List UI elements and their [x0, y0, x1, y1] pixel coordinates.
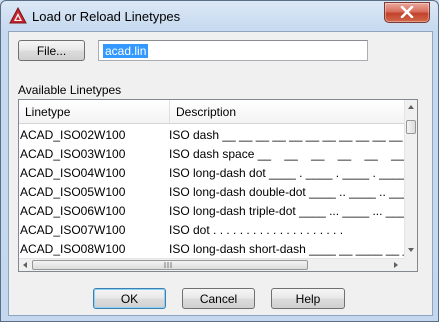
available-linetypes-label: Available Linetypes: [18, 83, 122, 97]
table-row[interactable]: ACAD_ISO07W100 ISO dot . . . . . . . . .…: [19, 221, 404, 240]
close-button[interactable]: [384, 2, 430, 23]
window-title: Load or Reload Linetypes: [32, 9, 181, 24]
list-rows: ACAD_ISO02W100 ISO dash __ __ __ __ __ _…: [19, 126, 404, 259]
column-header-description[interactable]: Description: [176, 105, 236, 119]
grip-icon: [164, 262, 172, 268]
linetype-name: ACAD_ISO02W100: [20, 128, 126, 142]
scroll-left-icon[interactable]: [23, 262, 27, 268]
linetype-name: ACAD_ISO07W100: [20, 223, 126, 237]
close-icon: [400, 6, 414, 18]
list-header: Linetype Description: [19, 100, 404, 124]
table-row[interactable]: ACAD_ISO03W100 ISO dash space __ __ __ _…: [19, 145, 404, 164]
linetype-description: ISO dash space __ __ __ __ __ __: [169, 147, 404, 161]
linetype-description: ISO long-dash dot ____ . ____ . ____ . _…: [169, 166, 404, 180]
column-header-linetype[interactable]: Linetype: [25, 105, 70, 119]
linetype-description: ISO long-dash short-dash ____ __ ____ __…: [169, 242, 404, 256]
linetype-description: ISO dot . . . . . . . . . . . . . . . . …: [169, 223, 344, 237]
dialog-body: File... acad.lin Available Linetypes Lin…: [8, 31, 433, 316]
filename-field[interactable]: acad.lin: [98, 40, 368, 61]
scroll-down-icon[interactable]: [408, 248, 414, 252]
scroll-up-icon[interactable]: [408, 105, 414, 109]
linetype-name: ACAD_ISO08W100: [20, 242, 126, 256]
vertical-scrollbar[interactable]: [404, 100, 417, 258]
dialog-window: Load or Reload Linetypes File... acad.li…: [0, 0, 439, 322]
linetype-description: ISO dash __ __ __ __ __ __ __ __ __ __ _…: [169, 128, 403, 142]
table-row[interactable]: ACAD_ISO02W100 ISO dash __ __ __ __ __ _…: [19, 126, 404, 145]
ok-button[interactable]: OK: [93, 288, 166, 309]
linetype-name: ACAD_ISO04W100: [20, 166, 126, 180]
table-row[interactable]: ACAD_ISO05W100 ISO long-dash double-dot …: [19, 183, 404, 202]
autocad-icon[interactable]: [9, 6, 27, 25]
scroll-corner: [404, 258, 417, 271]
column-divider[interactable]: [169, 100, 170, 123]
vertical-scroll-thumb[interactable]: [406, 120, 416, 134]
file-button[interactable]: File...: [18, 40, 85, 61]
table-row[interactable]: ACAD_ISO08W100 ISO long-dash short-dash …: [19, 240, 404, 259]
linetypes-list[interactable]: Linetype Description ACAD_ISO02W100 ISO …: [18, 99, 418, 272]
scroll-right-icon[interactable]: [394, 262, 398, 268]
linetype-name: ACAD_ISO06W100: [20, 204, 126, 218]
title-bar[interactable]: Load or Reload Linetypes: [1, 1, 438, 31]
linetype-description: ISO long-dash triple-dot ____ ... ____ .…: [169, 204, 404, 218]
filename-value: acad.lin: [103, 44, 149, 58]
table-row[interactable]: ACAD_ISO04W100 ISO long-dash dot ____ . …: [19, 164, 404, 183]
linetype-name: ACAD_ISO05W100: [20, 185, 126, 199]
linetype-description: ISO long-dash double-dot ____ .. ____ ..…: [169, 185, 404, 199]
cancel-button[interactable]: Cancel: [182, 288, 255, 309]
help-button[interactable]: Help: [271, 288, 345, 309]
linetype-name: ACAD_ISO03W100: [20, 147, 126, 161]
horizontal-scrollbar[interactable]: [19, 258, 404, 271]
table-row[interactable]: ACAD_ISO06W100 ISO long-dash triple-dot …: [19, 202, 404, 221]
horizontal-scroll-thumb[interactable]: [32, 260, 308, 270]
